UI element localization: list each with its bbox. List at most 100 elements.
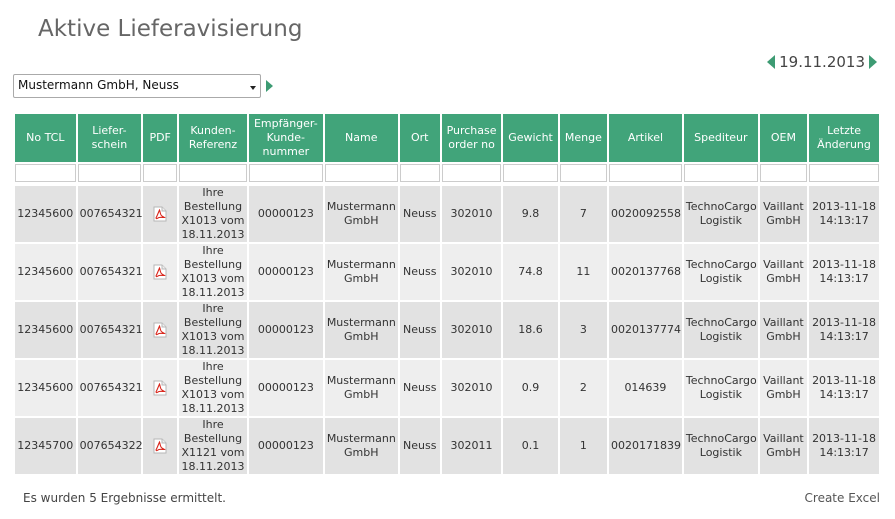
- cell-oem: Vaillant GmbH: [759, 186, 808, 242]
- filter-input-letzte-aenderung[interactable]: [810, 165, 878, 181]
- pdf-icon[interactable]: [153, 264, 167, 280]
- column-header-ort[interactable]: Ort: [399, 114, 440, 162]
- filter-cell-empfaenger-nummer: [248, 164, 323, 182]
- table-row[interactable]: 12345700 007654322 Ihre Bestellung X1121 v…: [15, 418, 879, 474]
- pdf-icon[interactable]: [153, 438, 167, 454]
- cell-kunden-referenz: Ihre Bestellung X1121 vom 18.11.2013: [179, 418, 247, 474]
- filter-input-ort[interactable]: [400, 165, 439, 181]
- filter-input-menge[interactable]: [560, 165, 606, 181]
- result-count: Es wurden 5 Ergebnisse ermittelt.: [23, 491, 226, 505]
- cell-name: Mustermann GmbH: [324, 186, 398, 242]
- filter-input-oem[interactable]: [760, 165, 807, 181]
- cell-artikel: 014639: [608, 360, 682, 416]
- cell-gewicht: 0.9: [503, 360, 558, 416]
- table-row[interactable]: 12345600 007654321 Ihre Bestellung X1013 v…: [15, 302, 879, 358]
- table-body: 12345600 007654321 Ihre Bestellung X1013 v…: [15, 184, 879, 474]
- filter-input-spediteur[interactable]: [684, 165, 757, 181]
- filter-input-pdf[interactable]: [144, 165, 177, 181]
- cell-letzte-aenderung: 2013-11-18 14:13:17: [809, 244, 879, 300]
- supplier-select[interactable]: Mustermann GmbH, Neuss: [13, 74, 261, 98]
- table-row[interactable]: 12345600 007654321 Ihre Bestellung X1013 v…: [15, 360, 879, 416]
- cell-oem: Vaillant GmbH: [759, 360, 808, 416]
- filter-cell-oem: [759, 164, 808, 182]
- filter-input-lieferschein[interactable]: [78, 165, 141, 181]
- column-header-kunden-referenz[interactable]: Kunden- Referenz: [179, 114, 247, 162]
- cell-name: Mustermann GmbH: [324, 418, 398, 474]
- cell-empfaenger-nummer: 00000123: [248, 186, 323, 242]
- column-header-menge[interactable]: Menge: [559, 114, 607, 162]
- filter-row: [15, 164, 879, 182]
- cell-oem: Vaillant GmbH: [759, 418, 808, 474]
- cell-no-tcl: 12345600: [15, 186, 76, 242]
- column-header-gewicht[interactable]: Gewicht: [503, 114, 558, 162]
- cell-spediteur: TechnoCargo Logistik: [683, 418, 758, 474]
- cell-kunden-referenz: Ihre Bestellung X1013 vom 18.11.2013: [179, 360, 247, 416]
- cell-ort: Neuss: [399, 186, 440, 242]
- filter-input-empfaenger-nummer[interactable]: [249, 165, 322, 181]
- cell-ort: Neuss: [399, 360, 440, 416]
- cell-pdf: [143, 186, 178, 242]
- column-header-letzte-aenderung[interactable]: Letzte Änderung: [809, 114, 879, 162]
- cell-purchase-order: 302010: [441, 186, 502, 242]
- cell-no-tcl: 12345700: [15, 418, 76, 474]
- cell-purchase-order: 302010: [441, 360, 502, 416]
- cell-menge: 2: [559, 360, 607, 416]
- cell-letzte-aenderung: 2013-11-18 14:13:17: [809, 418, 879, 474]
- column-header-purchase-order[interactable]: Purchase order no: [441, 114, 502, 162]
- cell-menge: 1: [559, 418, 607, 474]
- cell-gewicht: 18.6: [503, 302, 558, 358]
- filter-input-gewicht[interactable]: [504, 165, 557, 181]
- column-header-spediteur[interactable]: Spediteur: [683, 114, 758, 162]
- column-header-name[interactable]: Name: [324, 114, 398, 162]
- cell-empfaenger-nummer: 00000123: [248, 360, 323, 416]
- column-header-artikel[interactable]: Artikel: [608, 114, 682, 162]
- pdf-icon[interactable]: [153, 322, 167, 338]
- filter-cell-spediteur: [683, 164, 758, 182]
- cell-gewicht: 74.8: [503, 244, 558, 300]
- cell-lieferschein: 007654321: [77, 302, 143, 358]
- filter-input-artikel[interactable]: [609, 165, 681, 181]
- cell-no-tcl: 12345600: [15, 302, 76, 358]
- cell-ort: Neuss: [399, 244, 440, 300]
- page-title: Aktive Lieferavisierung: [38, 16, 303, 42]
- cell-spediteur: TechnoCargo Logistik: [683, 244, 758, 300]
- delivery-table: No TCL Liefer-schein PDF Kunden- Referenz Emp…: [13, 112, 881, 476]
- column-header-empfaenger-nummer[interactable]: Empfänger- Kunde-nummer: [248, 114, 323, 162]
- column-header-lieferschein[interactable]: Liefer-schein: [77, 114, 142, 162]
- column-header-oem[interactable]: OEM: [759, 114, 808, 162]
- current-date: 19.11.2013: [779, 53, 865, 71]
- cell-lieferschein: 007654321: [77, 244, 143, 300]
- table-row[interactable]: 12345600 007654321 Ihre Bestellung X1013 v…: [15, 186, 879, 242]
- cell-empfaenger-nummer: 00000123: [248, 244, 323, 300]
- cell-gewicht: 9.8: [503, 186, 558, 242]
- next-date-icon[interactable]: [869, 55, 877, 69]
- filter-cell-ort: [399, 164, 440, 182]
- cell-empfaenger-nummer: 00000123: [248, 302, 323, 358]
- cell-no-tcl: 12345600: [15, 360, 76, 416]
- cell-spediteur: TechnoCargo Logistik: [683, 302, 758, 358]
- table-header-row: No TCL Liefer-schein PDF Kunden- Referenz Emp…: [15, 114, 879, 162]
- cell-kunden-referenz: Ihre Bestellung X1013 vom 18.11.2013: [179, 302, 247, 358]
- filter-input-name[interactable]: [325, 165, 397, 181]
- prev-date-icon[interactable]: [767, 55, 776, 69]
- cell-name: Mustermann GmbH: [324, 244, 398, 300]
- cell-empfaenger-nummer: 00000123: [248, 418, 323, 474]
- select-go-icon[interactable]: [266, 80, 273, 92]
- cell-menge: 11: [559, 244, 607, 300]
- table-row[interactable]: 12345600 007654321 Ihre Bestellung X1013 v…: [15, 244, 879, 300]
- column-header-no-tcl[interactable]: No TCL: [15, 114, 76, 162]
- cell-pdf: [143, 360, 178, 416]
- filter-input-purchase-order[interactable]: [442, 165, 501, 181]
- create-excel-link[interactable]: Create Excel: [805, 491, 880, 505]
- cell-purchase-order: 302011: [441, 418, 502, 474]
- filter-cell-lieferschein: [77, 164, 142, 182]
- pdf-icon[interactable]: [153, 206, 167, 222]
- pdf-icon[interactable]: [153, 380, 167, 396]
- column-header-pdf[interactable]: PDF: [143, 114, 178, 162]
- filter-cell-menge: [559, 164, 607, 182]
- filter-input-no-tcl[interactable]: [16, 165, 75, 181]
- cell-letzte-aenderung: 2013-11-18 14:13:17: [809, 302, 879, 358]
- filter-cell-kunden-referenz: [179, 164, 247, 182]
- filter-input-kunden-referenz[interactable]: [180, 165, 246, 181]
- filter-cell-artikel: [608, 164, 682, 182]
